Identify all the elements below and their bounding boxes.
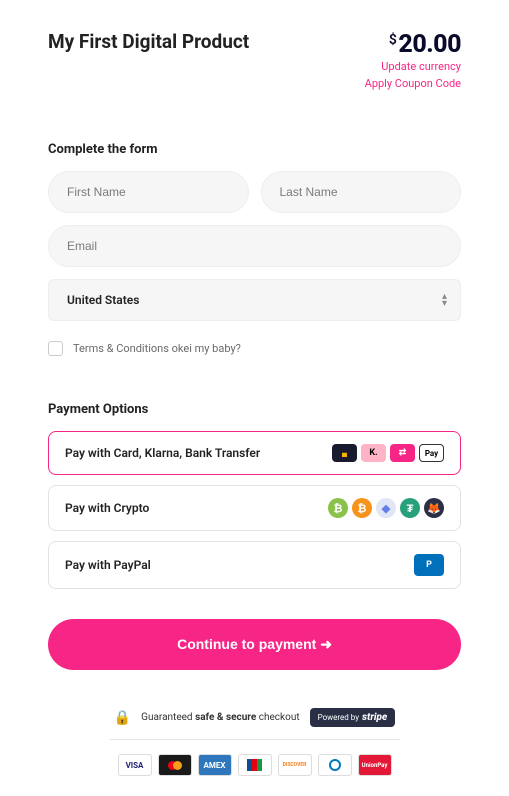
last-name-field[interactable]	[261, 171, 462, 213]
price-block: $20.00 Update currency Apply Coupon Code	[365, 30, 461, 92]
stripe-badge: Powered by stripe	[310, 708, 396, 727]
pay-option-card-label: Pay with Card, Klarna, Bank Transfer	[65, 446, 260, 460]
apply-coupon-link[interactable]: Apply Coupon Code	[365, 76, 461, 93]
paypal-icon: P	[414, 554, 444, 576]
pay-option-crypto[interactable]: Pay with Crypto ₿ ₿ ◆ ₮ 🦊	[48, 485, 461, 531]
amex-logo: AMEX	[198, 754, 232, 776]
pay-option-card[interactable]: Pay with Card, Klarna, Bank Transfer ▄ K…	[48, 431, 461, 475]
pay-option-paypal-label: Pay with PayPal	[65, 558, 151, 572]
bank-card-icon: ▄	[332, 444, 357, 462]
visa-logo: VISA	[118, 754, 152, 776]
paypal-icons: P	[414, 554, 444, 576]
klarna-icon: K.	[361, 444, 386, 462]
continue-button[interactable]: Continue to payment ➜	[48, 619, 461, 670]
guarantee-text: Guaranteed safe & secure checkout	[141, 712, 299, 723]
price: $20.00	[365, 30, 461, 59]
country-select[interactable]: United States	[48, 279, 461, 321]
jcb-logo	[238, 754, 272, 776]
tether-icon: ₮	[400, 498, 420, 518]
shiba-icon: 🦊	[424, 498, 444, 518]
pay-option-crypto-label: Pay with Crypto	[65, 501, 149, 515]
unionpay-logo: UnionPay	[358, 754, 392, 776]
diners-logo	[318, 754, 352, 776]
terms-label: Terms & Conditions okei my baby?	[73, 342, 241, 355]
form-heading: Complete the form	[48, 142, 461, 157]
first-name-field[interactable]	[48, 171, 249, 213]
discover-logo: DISCOVER	[278, 754, 312, 776]
payment-heading: Payment Options	[48, 402, 461, 417]
apple-pay-icon: Pay	[419, 444, 444, 462]
bitcoin-icon: ₿	[352, 498, 372, 518]
price-currency: $	[389, 32, 397, 48]
price-amount: 20.00	[398, 30, 461, 59]
card-icons: ▄ K. ⇄ Pay	[332, 444, 444, 462]
email-field[interactable]	[48, 225, 461, 267]
ethereum-icon: ◆	[376, 498, 396, 518]
crypto-icons: ₿ ₿ ◆ ₮ 🦊	[328, 498, 444, 518]
guarantee-row: 🔒 Guaranteed safe & secure checkout Powe…	[110, 708, 400, 740]
terms-checkbox[interactable]	[48, 341, 63, 356]
bitcoin-cash-icon: ₿	[328, 498, 348, 518]
card-logos: VISA AMEX DISCOVER UnionPay	[48, 754, 461, 776]
update-currency-link[interactable]: Update currency	[365, 59, 461, 76]
product-title: My First Digital Product	[48, 30, 249, 53]
mastercard-logo	[158, 754, 192, 776]
bank-transfer-icon: ⇄	[390, 444, 415, 462]
lock-icon: 🔒	[114, 710, 131, 726]
pay-option-paypal[interactable]: Pay with PayPal P	[48, 541, 461, 589]
